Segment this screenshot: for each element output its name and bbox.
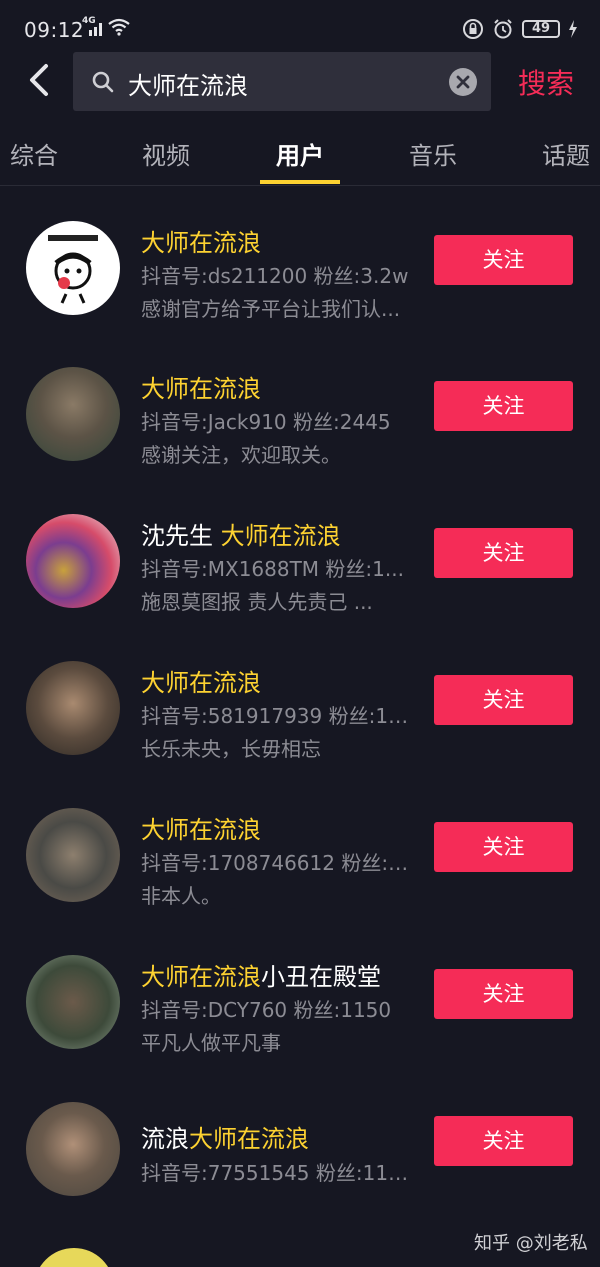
user-meta: 抖音号:DCY760 粉丝:1150 bbox=[141, 998, 392, 1022]
user-bio: 感谢官方给予平台让我们认... bbox=[141, 297, 401, 321]
list-item[interactable]: 大师在流浪 抖音号:581917939 粉丝:1.... 长乐未央，长毋相忘 关… bbox=[0, 628, 600, 774]
avatar[interactable] bbox=[26, 221, 120, 315]
user-name: 大师在流浪 bbox=[141, 669, 261, 697]
status-time: 09:12 bbox=[24, 18, 85, 42]
user-name: 沈先生 大师在流浪 bbox=[141, 522, 341, 550]
search-submit-button[interactable]: 搜索 bbox=[518, 62, 574, 102]
user-meta: 抖音号:581917939 粉丝:1.... bbox=[141, 704, 411, 728]
tab-videos[interactable]: 视频 bbox=[142, 136, 190, 171]
tab-general[interactable]: 综合 bbox=[10, 136, 58, 171]
user-bio: 非本人。 bbox=[141, 884, 221, 908]
list-item[interactable]: 大师在流浪小丑在殿堂 抖音号:DCY760 粉丝:1150 平凡人做平凡事 关注 bbox=[0, 922, 600, 1068]
back-arrow-icon[interactable] bbox=[22, 60, 58, 100]
avatar[interactable] bbox=[26, 661, 120, 755]
cartoon-avatar-icon bbox=[48, 235, 98, 304]
charging-icon bbox=[569, 20, 577, 38]
avatar[interactable] bbox=[26, 955, 120, 1049]
follow-button[interactable]: 关注 bbox=[434, 381, 573, 431]
search-query: 大师在流浪 bbox=[128, 72, 248, 100]
search-bar-row: 大师在流浪 搜索 bbox=[0, 52, 600, 112]
user-meta: 抖音号:Jack910 粉丝:2445 bbox=[141, 410, 391, 434]
user-bio: 平凡人做平凡事 bbox=[141, 1031, 281, 1055]
list-item[interactable]: 流浪大师在流浪 抖音号:77551545 粉丝:1151 关注 bbox=[0, 1069, 600, 1215]
user-bio: 施恩莫图报 责人先责己 ... bbox=[141, 590, 373, 614]
avatar[interactable] bbox=[26, 367, 120, 461]
follow-button[interactable]: 关注 bbox=[434, 235, 573, 285]
user-name: 流浪大师在流浪 bbox=[141, 1125, 309, 1153]
user-meta: 抖音号:1708746612 粉丝:2... bbox=[141, 851, 411, 875]
user-name: 大师在流浪 bbox=[141, 816, 261, 844]
follow-button[interactable]: 关注 bbox=[434, 675, 573, 725]
status-bar: 09:12 4G 49 bbox=[0, 0, 600, 50]
signal-icon bbox=[89, 23, 102, 36]
user-bio: 长乐未央，长毋相忘 bbox=[141, 737, 321, 761]
follow-button[interactable]: 关注 bbox=[434, 822, 573, 872]
result-tabs: 综合 视频 用户 音乐 话题 bbox=[0, 120, 600, 186]
user-meta: 抖音号:77551545 粉丝:1151 bbox=[141, 1161, 411, 1185]
close-icon bbox=[456, 75, 470, 89]
follow-button[interactable]: 关注 bbox=[434, 969, 573, 1019]
user-meta: 抖音号:ds211200 粉丝:3.2w bbox=[141, 264, 409, 288]
avatar[interactable] bbox=[26, 1102, 120, 1196]
avatar[interactable] bbox=[34, 1248, 114, 1267]
tab-users[interactable]: 用户 bbox=[276, 136, 324, 171]
list-item[interactable]: 大师在流浪 抖音号:1708746612 粉丝:2... 非本人。 关注 bbox=[0, 775, 600, 921]
wifi-icon bbox=[108, 18, 130, 36]
watermark: 知乎 @刘老私 bbox=[474, 1233, 588, 1254]
user-bio: 感谢关注，欢迎取关。 bbox=[141, 443, 341, 467]
search-icon bbox=[92, 71, 114, 93]
list-item[interactable]: 大师在流浪 抖音号:ds211200 粉丝:3.2w 感谢官方给予平台让我们认.… bbox=[0, 188, 600, 334]
follow-button[interactable]: 关注 bbox=[434, 1116, 573, 1166]
tab-topics[interactable]: 话题 bbox=[542, 136, 590, 171]
list-item[interactable]: 大师在流浪 抖音号:Jack910 粉丝:2445 感谢关注，欢迎取关。 关注 bbox=[0, 334, 600, 480]
active-tab-indicator bbox=[260, 180, 340, 184]
user-name: 大师在流浪 bbox=[141, 229, 261, 257]
user-name: 大师在流浪 bbox=[141, 375, 261, 403]
user-name: 大师在流浪小丑在殿堂 bbox=[141, 963, 381, 991]
user-meta: 抖音号:MX1688TM 粉丝:1... bbox=[141, 557, 404, 581]
tab-music[interactable]: 音乐 bbox=[409, 136, 457, 171]
avatar[interactable] bbox=[26, 514, 120, 608]
lock-rotation-icon bbox=[463, 19, 483, 39]
alarm-icon bbox=[494, 19, 512, 39]
search-input[interactable]: 大师在流浪 bbox=[73, 52, 491, 111]
avatar[interactable] bbox=[26, 808, 120, 902]
follow-button[interactable]: 关注 bbox=[434, 528, 573, 578]
list-item[interactable]: 沈先生 大师在流浪 抖音号:MX1688TM 粉丝:1... 施恩莫图报 责人先… bbox=[0, 481, 600, 627]
clear-search-button[interactable] bbox=[449, 68, 477, 96]
battery-indicator: 49 bbox=[522, 20, 560, 38]
